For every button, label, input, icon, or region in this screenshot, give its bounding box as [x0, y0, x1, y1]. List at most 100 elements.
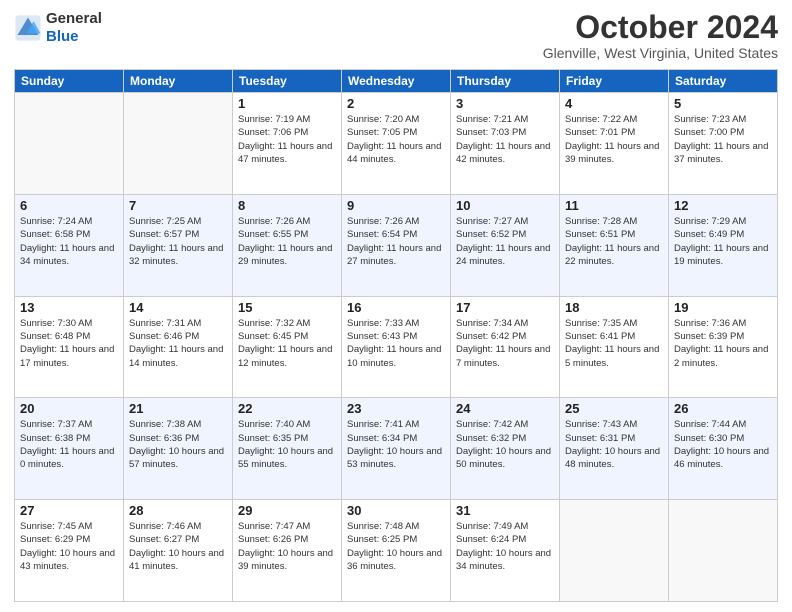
- calendar-cell-2-0: 13 Sunrise: 7:30 AMSunset: 6:48 PMDayligh…: [15, 296, 124, 398]
- day-number: 12: [674, 198, 772, 213]
- calendar-cell-2-6: 19Sunrise: 7:36 AMSunset: 6:39 PMDayligh…: [669, 296, 778, 398]
- calendar-cell-0-0: [15, 93, 124, 195]
- day-info: Sunrise: 7:21 AMSunset: 7:03 PMDaylight:…: [456, 113, 554, 166]
- calendar-cell-4-5: [560, 500, 669, 602]
- day-number: 31: [456, 503, 554, 518]
- day-number: 10: [456, 198, 554, 213]
- day-info: Sunrise: 7:40 AMSunset: 6:35 PMDaylight:…: [238, 418, 336, 471]
- calendar-cell-2-4: 17Sunrise: 7:34 AMSunset: 6:42 PMDayligh…: [451, 296, 560, 398]
- calendar-cell-1-3: 9 Sunrise: 7:26 AMSunset: 6:54 PMDaylight…: [342, 194, 451, 296]
- calendar-cell-3-6: 26 Sunrise: 7:44 AMSunset: 6:30 PMDayligh…: [669, 398, 778, 500]
- day-info: Sunrise: 7:26 AMSunset: 6:54 PMDaylight:…: [347, 215, 445, 268]
- day-number: 2: [347, 96, 445, 111]
- title-block: October 2024 Glenville, West Virginia, U…: [543, 10, 778, 61]
- day-number: 25: [565, 401, 663, 416]
- day-info: Sunrise: 7:25 AMSunset: 6:57 PMDaylight:…: [129, 215, 227, 268]
- header-row: SundayMondayTuesdayWednesdayThursdayFrid…: [15, 70, 778, 93]
- day-number: 24: [456, 401, 554, 416]
- day-info: Sunrise: 7:33 AMSunset: 6:43 PMDaylight:…: [347, 317, 445, 370]
- month-title: October 2024: [543, 10, 778, 45]
- calendar-week-2: 13 Sunrise: 7:30 AMSunset: 6:48 PMDayligh…: [15, 296, 778, 398]
- day-number: 4: [565, 96, 663, 111]
- day-info: Sunrise: 7:42 AMSunset: 6:32 PMDaylight:…: [456, 418, 554, 471]
- day-number: 30: [347, 503, 445, 518]
- header-day-tuesday: Tuesday: [233, 70, 342, 93]
- page: General Blue October 2024 Glenville, Wes…: [0, 0, 792, 612]
- day-number: 8: [238, 198, 336, 213]
- calendar-week-1: 6 Sunrise: 7:24 AMSunset: 6:58 PMDaylight…: [15, 194, 778, 296]
- calendar-cell-1-4: 10Sunrise: 7:27 AMSunset: 6:52 PMDayligh…: [451, 194, 560, 296]
- calendar-cell-4-3: 30Sunrise: 7:48 AMSunset: 6:25 PMDayligh…: [342, 500, 451, 602]
- day-number: 5: [674, 96, 772, 111]
- day-info: Sunrise: 7:46 AMSunset: 6:27 PMDaylight:…: [129, 520, 227, 573]
- calendar-cell-1-1: 7 Sunrise: 7:25 AMSunset: 6:57 PMDaylight…: [124, 194, 233, 296]
- day-number: 11: [565, 198, 663, 213]
- day-number: 15: [238, 300, 336, 315]
- day-number: 7: [129, 198, 227, 213]
- calendar-cell-3-4: 24 Sunrise: 7:42 AMSunset: 6:32 PMDayligh…: [451, 398, 560, 500]
- calendar-cell-0-1: [124, 93, 233, 195]
- day-number: 18: [565, 300, 663, 315]
- day-info: Sunrise: 7:20 AMSunset: 7:05 PMDaylight:…: [347, 113, 445, 166]
- day-info: Sunrise: 7:22 AMSunset: 7:01 PMDaylight:…: [565, 113, 663, 166]
- calendar-body: 1 Sunrise: 7:19 AMSunset: 7:06 PMDaylight…: [15, 93, 778, 602]
- header-day-sunday: Sunday: [15, 70, 124, 93]
- day-info: Sunrise: 7:30 AMSunset: 6:48 PMDaylight:…: [20, 317, 118, 370]
- day-info: Sunrise: 7:43 AMSunset: 6:31 PMDaylight:…: [565, 418, 663, 471]
- day-info: Sunrise: 7:24 AMSunset: 6:58 PMDaylight:…: [20, 215, 118, 268]
- calendar-cell-1-6: 12 Sunrise: 7:29 AMSunset: 6:49 PMDayligh…: [669, 194, 778, 296]
- day-info: Sunrise: 7:44 AMSunset: 6:30 PMDaylight:…: [674, 418, 772, 471]
- day-number: 13: [20, 300, 118, 315]
- day-number: 19: [674, 300, 772, 315]
- logo-general: General: [46, 10, 102, 28]
- day-info: Sunrise: 7:37 AMSunset: 6:38 PMDaylight:…: [20, 418, 118, 471]
- day-number: 22: [238, 401, 336, 416]
- calendar-cell-1-2: 8Sunrise: 7:26 AMSunset: 6:55 PMDaylight…: [233, 194, 342, 296]
- day-number: 17: [456, 300, 554, 315]
- day-info: Sunrise: 7:32 AMSunset: 6:45 PMDaylight:…: [238, 317, 336, 370]
- day-info: Sunrise: 7:41 AMSunset: 6:34 PMDaylight:…: [347, 418, 445, 471]
- calendar-cell-4-4: 31 Sunrise: 7:49 AMSunset: 6:24 PMDayligh…: [451, 500, 560, 602]
- day-number: 21: [129, 401, 227, 416]
- calendar-week-0: 1 Sunrise: 7:19 AMSunset: 7:06 PMDaylight…: [15, 93, 778, 195]
- calendar-cell-4-0: 27Sunrise: 7:45 AMSunset: 6:29 PMDayligh…: [15, 500, 124, 602]
- calendar-cell-3-1: 21Sunrise: 7:38 AMSunset: 6:36 PMDayligh…: [124, 398, 233, 500]
- day-number: 1: [238, 96, 336, 111]
- logo-blue: Blue: [46, 28, 102, 46]
- header-day-saturday: Saturday: [669, 70, 778, 93]
- calendar-cell-0-2: 1 Sunrise: 7:19 AMSunset: 7:06 PMDaylight…: [233, 93, 342, 195]
- day-number: 16: [347, 300, 445, 315]
- day-number: 28: [129, 503, 227, 518]
- calendar-cell-0-6: 5 Sunrise: 7:23 AMSunset: 7:00 PMDaylight…: [669, 93, 778, 195]
- logo-text: General Blue: [46, 10, 102, 46]
- day-info: Sunrise: 7:28 AMSunset: 6:51 PMDaylight:…: [565, 215, 663, 268]
- calendar-cell-4-2: 29 Sunrise: 7:47 AMSunset: 6:26 PMDayligh…: [233, 500, 342, 602]
- calendar-cell-2-5: 18 Sunrise: 7:35 AMSunset: 6:41 PMDayligh…: [560, 296, 669, 398]
- day-info: Sunrise: 7:45 AMSunset: 6:29 PMDaylight:…: [20, 520, 118, 573]
- day-number: 6: [20, 198, 118, 213]
- calendar-cell-3-3: 23Sunrise: 7:41 AMSunset: 6:34 PMDayligh…: [342, 398, 451, 500]
- day-number: 14: [129, 300, 227, 315]
- calendar-cell-0-5: 4 Sunrise: 7:22 AMSunset: 7:01 PMDaylight…: [560, 93, 669, 195]
- calendar-cell-1-5: 11 Sunrise: 7:28 AMSunset: 6:51 PMDayligh…: [560, 194, 669, 296]
- day-info: Sunrise: 7:23 AMSunset: 7:00 PMDaylight:…: [674, 113, 772, 166]
- calendar-cell-2-3: 16 Sunrise: 7:33 AMSunset: 6:43 PMDayligh…: [342, 296, 451, 398]
- day-number: 9: [347, 198, 445, 213]
- header-day-monday: Monday: [124, 70, 233, 93]
- header-day-thursday: Thursday: [451, 70, 560, 93]
- day-number: 26: [674, 401, 772, 416]
- day-number: 3: [456, 96, 554, 111]
- day-number: 29: [238, 503, 336, 518]
- day-info: Sunrise: 7:35 AMSunset: 6:41 PMDaylight:…: [565, 317, 663, 370]
- calendar-cell-0-4: 3 Sunrise: 7:21 AMSunset: 7:03 PMDaylight…: [451, 93, 560, 195]
- day-info: Sunrise: 7:19 AMSunset: 7:06 PMDaylight:…: [238, 113, 336, 166]
- calendar-week-4: 27Sunrise: 7:45 AMSunset: 6:29 PMDayligh…: [15, 500, 778, 602]
- calendar-cell-1-0: 6 Sunrise: 7:24 AMSunset: 6:58 PMDaylight…: [15, 194, 124, 296]
- calendar-cell-3-5: 25 Sunrise: 7:43 AMSunset: 6:31 PMDayligh…: [560, 398, 669, 500]
- day-info: Sunrise: 7:47 AMSunset: 6:26 PMDaylight:…: [238, 520, 336, 573]
- calendar-cell-4-1: 28 Sunrise: 7:46 AMSunset: 6:27 PMDayligh…: [124, 500, 233, 602]
- calendar-cell-2-2: 15 Sunrise: 7:32 AMSunset: 6:45 PMDayligh…: [233, 296, 342, 398]
- logo-icon: [14, 14, 42, 42]
- day-info: Sunrise: 7:29 AMSunset: 6:49 PMDaylight:…: [674, 215, 772, 268]
- day-info: Sunrise: 7:49 AMSunset: 6:24 PMDaylight:…: [456, 520, 554, 573]
